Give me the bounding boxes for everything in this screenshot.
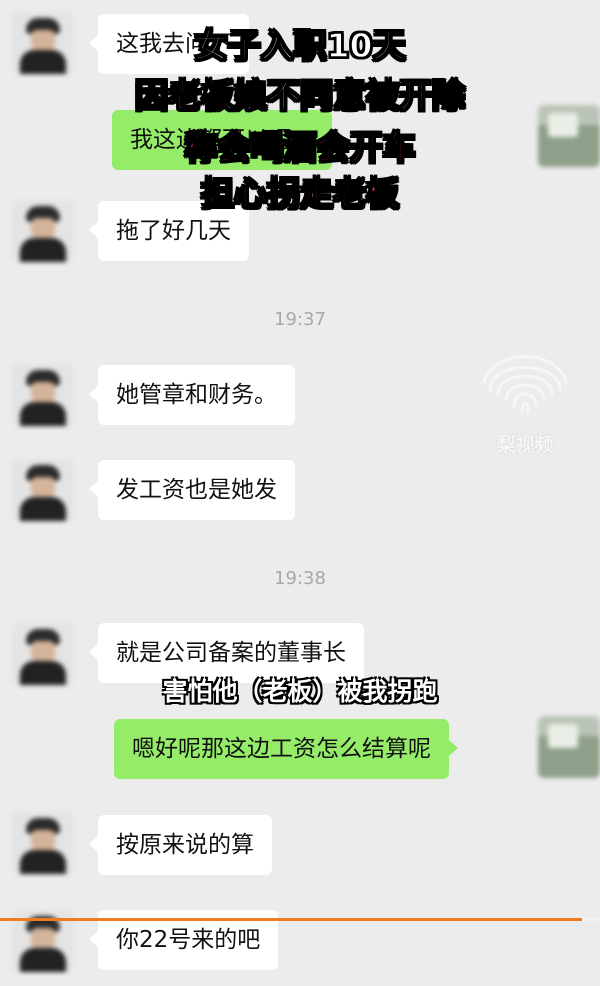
caption-line-2: 因老板娘不同意被开除 bbox=[134, 75, 465, 115]
watermark-logo: 梨视频 bbox=[470, 330, 580, 460]
video-progress-bar[interactable] bbox=[0, 918, 600, 921]
timestamp: 19:37 bbox=[274, 309, 326, 330]
video-progress-fill bbox=[0, 918, 582, 921]
message-bubble[interactable]: 她管章和财务。 bbox=[89, 365, 295, 425]
message-bubble[interactable]: 发工资也是她发 bbox=[89, 460, 295, 520]
caption-line-1: 女子入职10天 bbox=[194, 25, 406, 65]
contact-avatar[interactable] bbox=[12, 812, 74, 874]
caption-line-4: 担心拐走老板 bbox=[200, 173, 399, 213]
contact-avatar[interactable] bbox=[12, 364, 74, 426]
timestamp: 19:38 bbox=[274, 568, 326, 589]
message-bubble-self[interactable]: 嗯好呢那这边工资怎么结算呢 bbox=[114, 719, 458, 779]
fingerprint-icon bbox=[482, 355, 568, 414]
video-subtitle: 害怕他（老板）被我拐跑 bbox=[162, 677, 438, 706]
message-bubble[interactable]: 按原来说的算 bbox=[89, 815, 272, 875]
self-avatar[interactable] bbox=[538, 716, 600, 778]
contact-avatar[interactable] bbox=[12, 459, 74, 521]
watermark-text: 梨视频 bbox=[496, 434, 554, 456]
caption-line-3: 称会喝酒会开车 bbox=[184, 127, 416, 167]
